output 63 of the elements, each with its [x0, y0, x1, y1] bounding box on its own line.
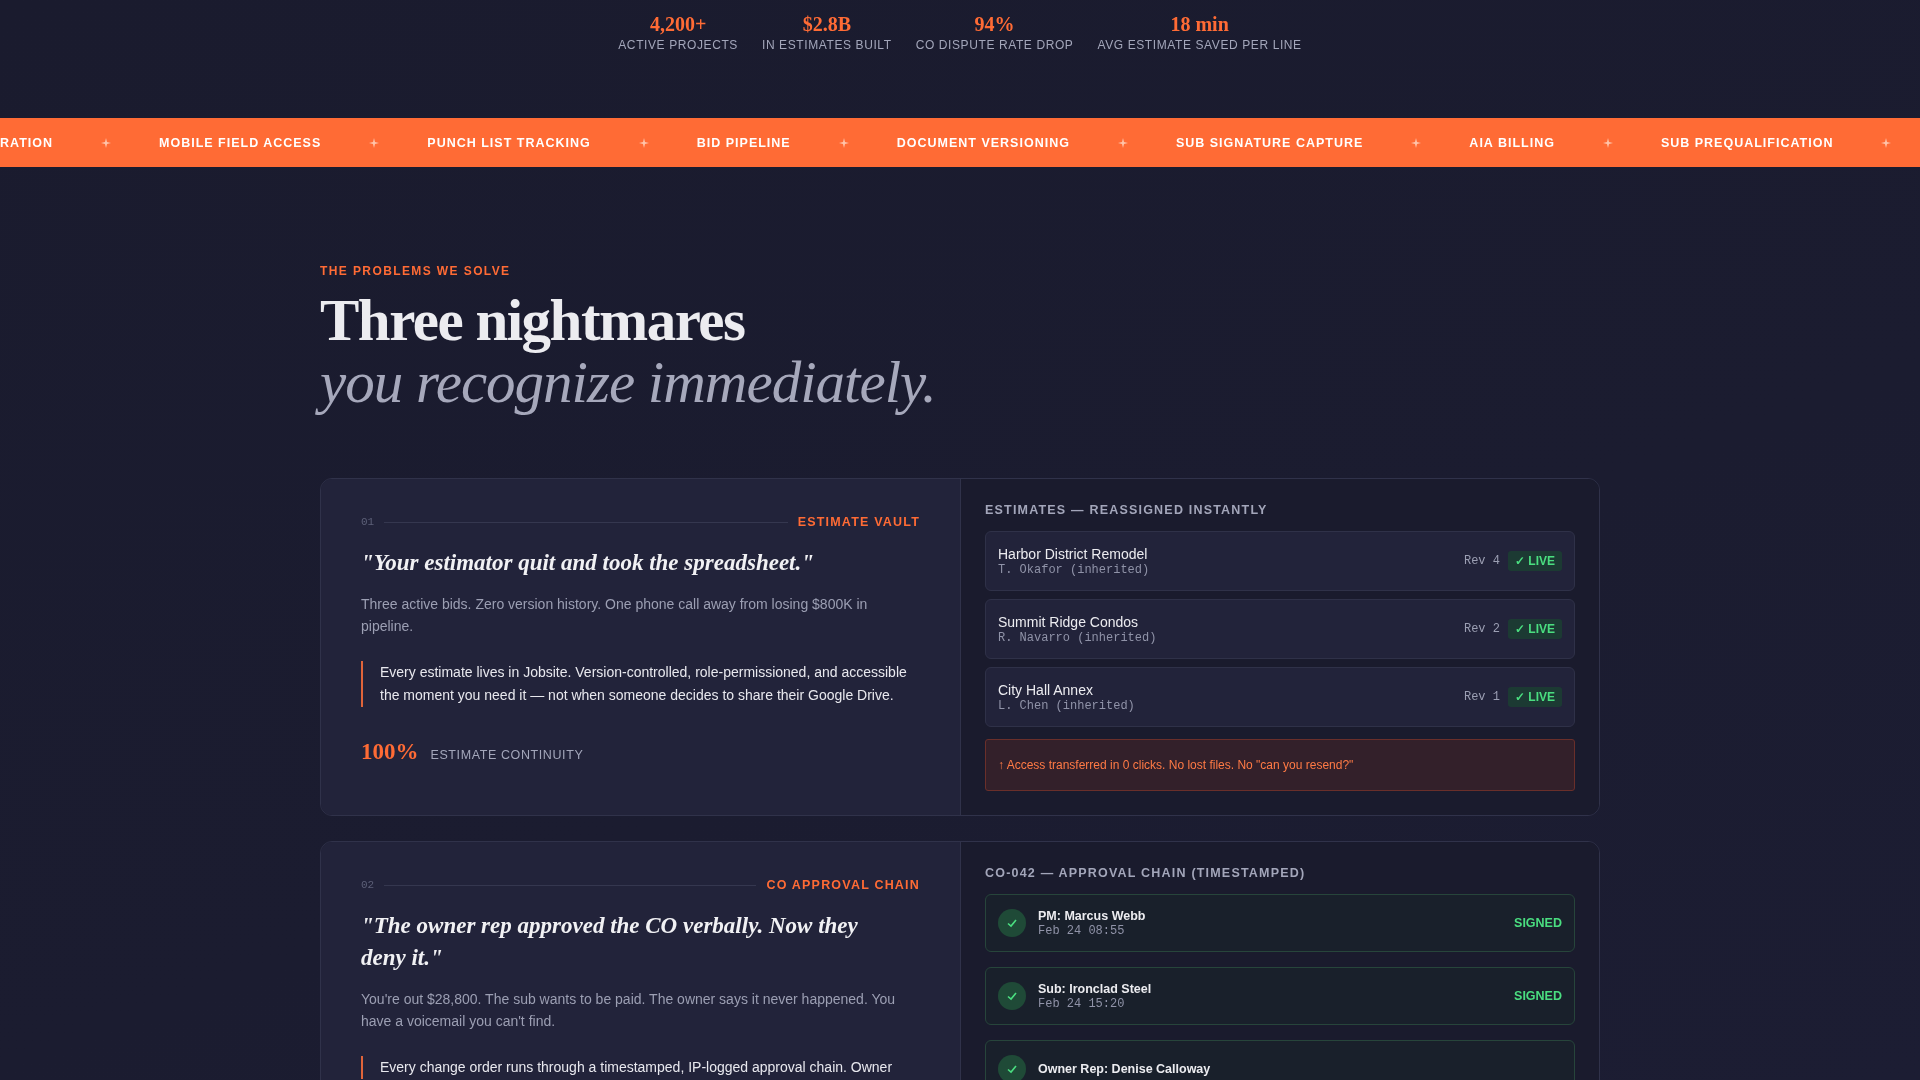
- stat-value: $2.8B: [802, 13, 851, 35]
- revision-label: Rev 2: [1463, 622, 1500, 636]
- problem-description: You're out $28,800. The sub wants to be paid. The owner says it never happened. You have a voicemail you can't find.: [361, 990, 897, 1031]
- sparkle-icon: [838, 137, 849, 148]
- panel-title: CO-042 — APPROVAL CHAIN (TIMESTAMPED): [985, 866, 1307, 880]
- feature-label: SUB PREQUALIFICATION: [1660, 135, 1834, 150]
- feature-label: AIA BILLING: [1469, 135, 1555, 150]
- feature-label: BID PIPELINE: [696, 135, 791, 150]
- approval-status: SIGNED: [1514, 989, 1562, 1003]
- section-subtitle: you recognize immediately.: [312, 352, 950, 418]
- stat-label: CO DISPUTE RATE DROP: [915, 38, 1074, 52]
- sparkle-icon: [638, 137, 649, 148]
- stat-label: AVG ESTIMATE SAVED PER LINE: [1097, 38, 1302, 52]
- metric-label: ESTIMATE CONTINUITY: [430, 748, 584, 762]
- live-badge: ✓ LIVE: [1508, 551, 1562, 571]
- check-icon: [998, 909, 1026, 937]
- sparkle-icon: [1411, 137, 1422, 148]
- feature-label: DOCUMENT VERSIONING: [896, 135, 1070, 150]
- feature-label: RATION: [0, 135, 53, 150]
- check-icon: [998, 982, 1026, 1010]
- live-badge: ✓ LIVE: [1508, 687, 1562, 707]
- stat-label: ACTIVE PROJECTS: [618, 38, 738, 52]
- approval-time: Feb 24 08:55: [1038, 923, 1126, 938]
- stat-value: 94%: [974, 13, 1015, 35]
- estimate-owner: T. Okafor (inherited): [998, 562, 1151, 577]
- stat-value: 18 min: [1170, 13, 1229, 35]
- card-number: 02: [361, 879, 375, 891]
- sparkle-icon: [369, 137, 380, 148]
- section-eyebrow: THE PROBLEMS WE SOLVE: [320, 264, 512, 278]
- card-number: 01: [361, 516, 375, 528]
- sparkle-icon: [1881, 137, 1892, 148]
- solution-text: Every change order runs through a timestamped, IP-logged approval chain. Owner: [361, 1056, 920, 1079]
- approval-status: SIGNED: [1514, 916, 1562, 930]
- stat-label: IN ESTIMATES BUILT: [761, 38, 892, 52]
- feature-label: MOBILE FIELD ACCESS: [159, 135, 322, 150]
- estimate-name: Summit Ridge Condos: [998, 613, 1140, 630]
- approver-name: Sub: Ironclad Steel: [1038, 981, 1153, 996]
- sparkle-icon: [1602, 137, 1613, 148]
- estimate-name: City Hall Annex: [998, 681, 1094, 698]
- stat-value: 4,200+: [649, 13, 707, 35]
- feature-label: SUB SIGNATURE CAPTURE: [1175, 135, 1364, 150]
- estimate-owner: R. Navarro (inherited): [998, 630, 1158, 645]
- problem-quote: "Your estimator quit and took the spreadsheet.": [361, 549, 815, 577]
- feature-label: PUNCH LIST TRACKING: [427, 135, 591, 150]
- problem-description: Three active bids. Zero version history. One phone call away from losing $800K in pipeline.: [361, 595, 869, 636]
- metric-value: 100%: [361, 739, 419, 765]
- revision-label: Rev 4: [1463, 554, 1500, 568]
- problem-quote: "The owner rep approved the CO verbally. Now they deny it.": [361, 912, 859, 972]
- solution-text: Every estimate lives in Jobsite. Version-controlled, role-permissioned, and accessible the moment you need it — not when someone decides to share their Google Drive.: [361, 661, 920, 707]
- note-text: ↑ Access transferred in 0 clicks. No lost files. No "can you resend?": [998, 758, 1354, 772]
- card-tag: ESTIMATE VAULT: [797, 515, 920, 529]
- live-badge: ✓ LIVE: [1508, 619, 1562, 639]
- sparkle-icon: [101, 137, 111, 148]
- sparkle-icon: [1117, 137, 1128, 148]
- estimate-name: Harbor District Remodel: [998, 545, 1149, 562]
- approver-name: PM: Marcus Webb: [1038, 908, 1147, 923]
- approval-time: Feb 24 15:20: [1038, 996, 1126, 1011]
- revision-label: Rev 1: [1463, 690, 1500, 704]
- section-title: Three nightmares: [320, 288, 746, 352]
- panel-title: ESTIMATES — REASSIGNED INSTANTLY: [985, 503, 1269, 517]
- approver-name: Owner Rep: Denise Calloway: [1038, 1062, 1212, 1076]
- estimate-owner: L. Chen (inherited): [998, 698, 1136, 713]
- card-tag: CO APPROVAL CHAIN: [766, 878, 920, 892]
